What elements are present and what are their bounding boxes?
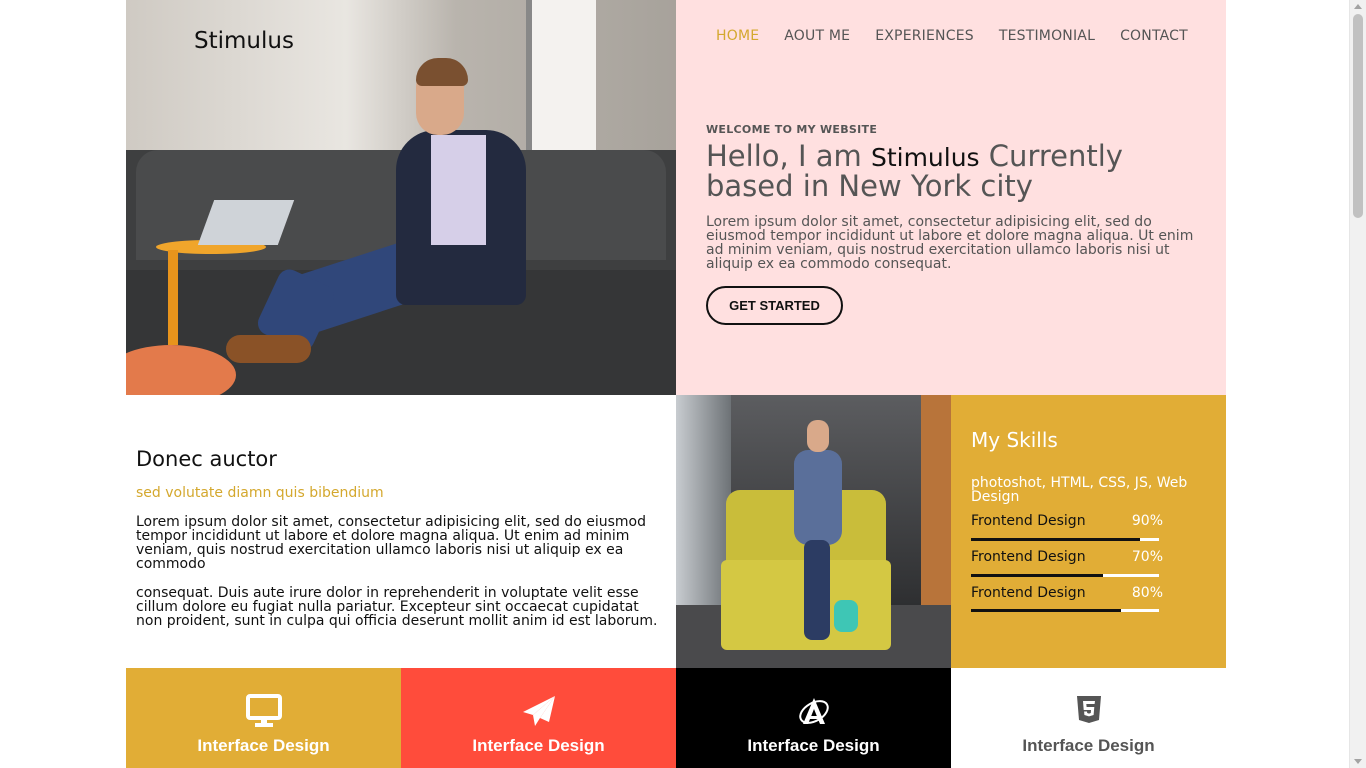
hero-intro: Lorem ipsum dolor sit amet, consectetur … (706, 214, 1194, 272)
monitor-icon (126, 694, 401, 730)
service-label: Interface Design (1022, 736, 1155, 755)
nav-item-about[interactable]: AOUT ME (784, 28, 850, 44)
skill-percent: 80% (1131, 585, 1163, 601)
angular-icon (676, 694, 951, 730)
nav-item-testimonial[interactable]: TESTIMONIAL (999, 28, 1095, 44)
service-card[interactable]: Interface Design (401, 668, 676, 768)
brand-logo[interactable]: Stimulus (194, 28, 294, 54)
nav-item-experiences[interactable]: EXPERIENCES (875, 28, 974, 44)
service-card[interactable]: Interface Design (126, 668, 401, 768)
page: Stimulus HOME AOUT ME EXPERIENCES TESTIM… (126, 0, 1226, 768)
skills-title: My Skills (971, 428, 1058, 452)
skill-percent: 90% (1131, 513, 1163, 529)
nav-item-contact[interactable]: CONTACT (1120, 28, 1188, 44)
paper-plane-icon (401, 694, 676, 730)
about-paragraph-2: consequat. Duis aute irure dolor in repr… (136, 585, 658, 629)
skill-bar-fill (971, 574, 1103, 577)
skill-row: Frontend Design 80% (971, 585, 1163, 605)
skill-name: Frontend Design (971, 513, 1086, 529)
hero-headline: Hello, I am Stimulus Currently based in … (706, 139, 1176, 201)
scroll-thumb[interactable] (1353, 14, 1363, 218)
skills-section: My Skills photoshot, HTML, CSS, JS, Web … (951, 395, 1226, 668)
about-title: Donec auctor (136, 447, 277, 471)
skill-bar-fill (971, 538, 1141, 541)
main-nav: HOME AOUT ME EXPERIENCES TESTIMONIAL CON… (716, 28, 1213, 44)
about-paragraph-1: Lorem ipsum dolor sit amet, consectetur … (136, 514, 646, 572)
service-label: Interface Design (472, 736, 605, 755)
about-photo (676, 395, 951, 668)
hero-kicker: WELCOME TO MY WEBSITE (706, 123, 878, 136)
skill-bar (971, 609, 1159, 612)
skill-bar-fill (971, 609, 1122, 612)
skill-bar (971, 538, 1159, 541)
service-label: Interface Design (197, 736, 330, 755)
html5-icon (951, 694, 1226, 730)
service-label: Interface Design (747, 736, 880, 755)
scroll-up-arrow-icon[interactable] (1354, 4, 1362, 9)
skill-row: Frontend Design 90% (971, 513, 1163, 533)
skill-name: Frontend Design (971, 585, 1086, 601)
nav-item-home[interactable]: HOME (716, 28, 759, 44)
service-card[interactable]: Interface Design (951, 668, 1226, 768)
skill-row: Frontend Design 70% (971, 549, 1163, 569)
skills-list: photoshot, HTML, CSS, JS, Web Design (971, 475, 1188, 505)
get-started-button[interactable]: GET STARTED (706, 286, 843, 325)
headline-prefix: Hello, I am (706, 139, 871, 173)
scroll-down-arrow-icon[interactable] (1354, 759, 1362, 764)
headline-name: Stimulus (870, 143, 980, 172)
page-scrollbar[interactable] (1349, 0, 1366, 768)
skill-percent: 70% (1131, 549, 1163, 565)
about-subtitle: sed volutate diamn quis bibendium (136, 485, 384, 501)
hero-photo (126, 0, 676, 395)
about-section: Donec auctor sed volutate diamn quis bib… (126, 395, 676, 668)
service-card[interactable]: Interface Design (676, 668, 951, 768)
skill-name: Frontend Design (971, 549, 1086, 565)
hero-panel: HOME AOUT ME EXPERIENCES TESTIMONIAL CON… (676, 0, 1226, 395)
skill-bar (971, 574, 1159, 577)
